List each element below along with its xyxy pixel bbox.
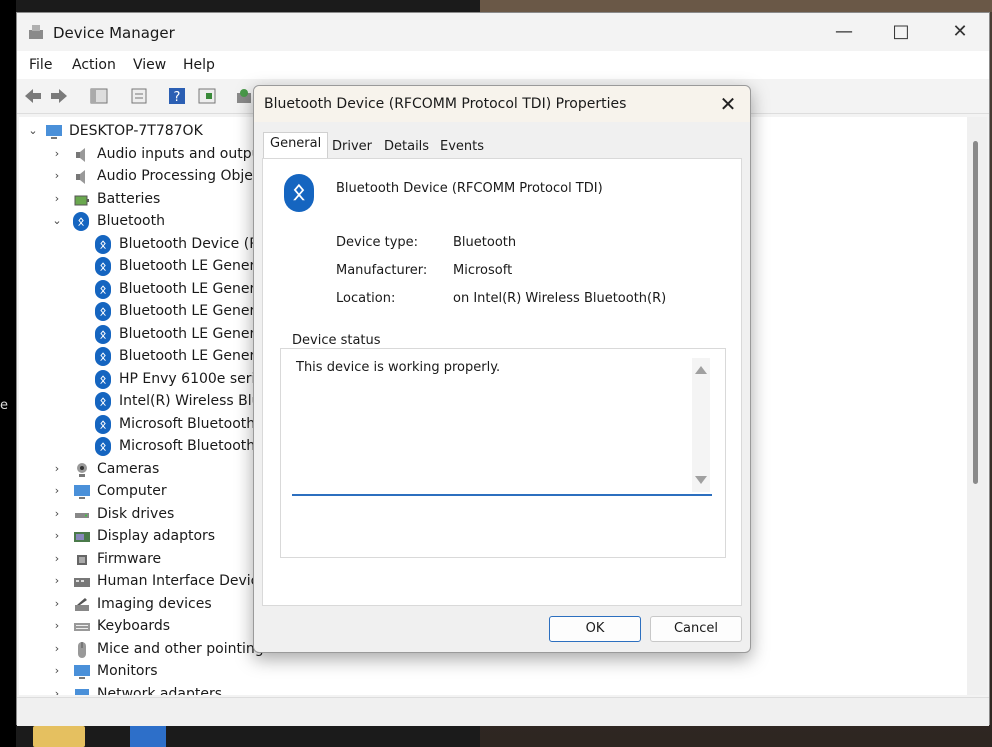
desktop-edge-text: e: [0, 398, 8, 413]
chevron-right-icon[interactable]: ›: [51, 458, 63, 480]
help-icon[interactable]: ?: [167, 87, 187, 105]
bluetooth-icon: ᛟ: [95, 302, 111, 321]
chevron-right-icon[interactable]: ›: [51, 480, 63, 502]
forward-arrow-icon[interactable]: [49, 87, 69, 105]
hid-icon: [74, 578, 90, 587]
chevron-right-icon[interactable]: ›: [51, 570, 63, 592]
computer-icon: [46, 125, 62, 139]
manufacturer-label: Manufacturer:: [336, 263, 428, 278]
tab-general[interactable]: General: [263, 132, 329, 160]
tab-details[interactable]: Details: [378, 136, 435, 158]
chevron-right-icon[interactable]: ›: [51, 188, 63, 210]
dialog-title-bar[interactable]: Bluetooth Device (RFCOMM Protocol TDI) P…: [254, 86, 750, 122]
maximize-button[interactable]: □: [885, 19, 917, 45]
scroll-down-arrow-icon[interactable]: [695, 476, 707, 484]
chevron-down-icon[interactable]: ⌄: [27, 120, 39, 142]
display-adapter-icon: [74, 532, 90, 542]
disk-icon: [75, 513, 89, 518]
properties-dialog: Bluetooth Device (RFCOMM Protocol TDI) P…: [253, 85, 751, 653]
battery-icon: [74, 195, 89, 206]
chevron-right-icon[interactable]: ›: [51, 143, 63, 165]
menu-help[interactable]: Help: [183, 57, 215, 73]
device-name: Bluetooth Device (RFCOMM Protocol TDI): [336, 181, 603, 196]
scanner-icon: [75, 598, 89, 611]
chevron-down-icon[interactable]: ⌄: [51, 210, 63, 232]
device-type-value: Bluetooth: [453, 235, 517, 250]
minimize-button[interactable]: —: [828, 19, 860, 45]
tab-driver[interactable]: Driver: [326, 136, 378, 158]
speaker-icon: [76, 148, 85, 162]
location-value: on Intel(R) Wireless Bluetooth(R): [453, 291, 667, 306]
scrollbar-thumb[interactable]: [973, 141, 978, 484]
device-status-text: This device is working properly.: [296, 360, 501, 375]
chevron-right-icon[interactable]: ›: [51, 638, 63, 660]
network-icon: [75, 689, 89, 695]
menu-view[interactable]: View: [133, 57, 166, 73]
bluetooth-icon: ᛟ: [73, 212, 89, 231]
status-bar: [17, 697, 989, 726]
device-status-legend: Device status: [290, 333, 383, 348]
action-pane-icon[interactable]: [197, 87, 217, 105]
monitor-icon: [74, 665, 90, 679]
dialog-title: Bluetooth Device (RFCOMM Protocol TDI) P…: [264, 96, 627, 112]
device-type-label: Device type:: [336, 235, 419, 250]
folder-icon[interactable]: [33, 726, 85, 747]
chevron-right-icon[interactable]: ›: [51, 615, 63, 637]
bluetooth-icon: ᛟ: [95, 437, 111, 456]
manufacturer-value: Microsoft: [453, 263, 513, 278]
scroll-up-arrow-icon[interactable]: [695, 366, 707, 374]
close-button[interactable]: ✕: [944, 19, 976, 45]
camera-icon: [77, 463, 87, 477]
bluetooth-icon: ᛟ: [95, 415, 111, 434]
monitor-icon: [74, 485, 90, 499]
chip-icon: [77, 555, 87, 565]
scan-hardware-icon[interactable]: [234, 87, 254, 105]
bluetooth-icon: ᛟ: [95, 235, 111, 254]
cancel-button[interactable]: Cancel: [650, 616, 742, 642]
title-bar[interactable]: Device Manager — □ ✕: [17, 13, 989, 51]
ok-button[interactable]: OK: [549, 616, 641, 642]
mouse-icon: [78, 642, 86, 658]
keyboard-icon: [74, 623, 90, 631]
bluetooth-icon: ᛟ: [284, 174, 314, 212]
desktop-wallpaper-strip: [480, 0, 992, 12]
bluetooth-icon: ᛟ: [95, 257, 111, 276]
dialog-close-button[interactable]: ✕: [716, 92, 740, 116]
speaker-icon: [76, 170, 85, 184]
menu-file[interactable]: File: [29, 57, 52, 73]
bluetooth-icon: ᛟ: [95, 347, 111, 366]
location-label: Location:: [336, 291, 396, 306]
desktop-background: [0, 0, 16, 747]
bluetooth-icon: ᛟ: [95, 392, 111, 411]
chevron-right-icon[interactable]: ›: [51, 548, 63, 570]
show-hide-tree-icon[interactable]: [89, 87, 109, 105]
chevron-right-icon[interactable]: ›: [51, 593, 63, 615]
menu-action[interactable]: Action: [72, 57, 116, 73]
chevron-right-icon[interactable]: ›: [51, 683, 63, 695]
bluetooth-icon: ᛟ: [95, 280, 111, 299]
properties-icon[interactable]: [129, 87, 149, 105]
device-status-textbox[interactable]: This device is working properly.: [292, 356, 712, 496]
tree-scrollbar[interactable]: [967, 117, 987, 695]
svg-text:?: ?: [174, 90, 181, 105]
menu-bar: File Action View Help: [17, 51, 989, 79]
status-scrollbar[interactable]: [692, 358, 710, 492]
chevron-right-icon[interactable]: ›: [51, 165, 63, 187]
chevron-right-icon[interactable]: ›: [51, 660, 63, 682]
back-arrow-icon[interactable]: [23, 87, 43, 105]
chevron-right-icon[interactable]: ›: [51, 503, 63, 525]
tab-events[interactable]: Events: [434, 136, 490, 158]
bluetooth-icon: ᛟ: [95, 325, 111, 344]
device-manager-icon: [29, 25, 43, 39]
window-title: Device Manager: [53, 24, 175, 42]
chevron-right-icon[interactable]: ›: [51, 525, 63, 547]
bluetooth-icon: ᛟ: [95, 370, 111, 389]
